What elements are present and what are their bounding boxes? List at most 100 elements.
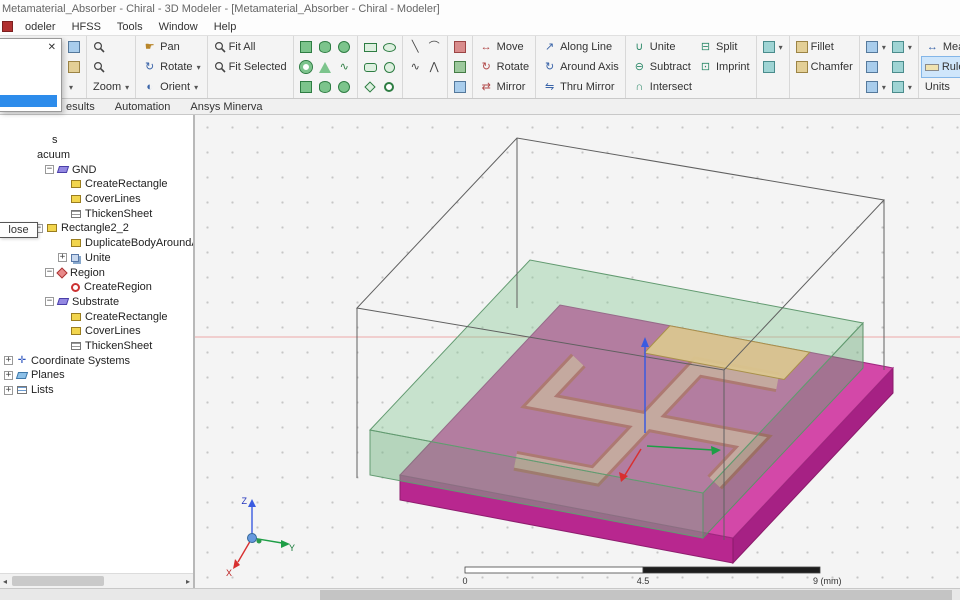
misc-button-3[interactable]: ▾: [863, 37, 889, 57]
spline-icon[interactable]: ∿: [408, 60, 423, 75]
misc-button-1[interactable]: ▾: [760, 37, 786, 57]
tree-item-coordinate-systems[interactable]: + ✛ Coordinate Systems: [0, 353, 193, 368]
duplicate-along-line-button[interactable]: ↗ Along Line: [539, 37, 622, 57]
circle-icon[interactable]: [383, 61, 395, 73]
line-icon[interactable]: ╲: [408, 40, 423, 55]
tree-item-lists[interactable]: + Lists: [0, 383, 193, 398]
tree-item-create-region[interactable]: CreateRegion: [0, 280, 193, 295]
scroll-left-icon[interactable]: ◂: [3, 577, 7, 586]
tree-item-thicken-sheet-2[interactable]: ThickenSheet: [0, 339, 193, 354]
zoom-out-button[interactable]: [90, 57, 132, 77]
fit-all-button[interactable]: Fit All: [211, 37, 290, 57]
tree-item-region[interactable]: − Region: [0, 265, 193, 280]
tree-item-unite[interactable]: + Unite: [0, 251, 193, 266]
misc-button-5[interactable]: ▾: [863, 77, 889, 97]
polyline-icon[interactable]: ⋀: [427, 60, 442, 75]
tree-item-thicken-sheet[interactable]: ThickenSheet: [0, 206, 193, 221]
sphere-icon[interactable]: [338, 41, 351, 53]
rotate-view-button[interactable]: ↻ Rotate ▾: [139, 57, 203, 77]
orient-button[interactable]: ◐ Orient ▾: [139, 77, 203, 97]
unite-button[interactable]: ∪ Unite: [629, 37, 695, 57]
tree-item-create-rectangle-2[interactable]: CreateRectangle: [0, 309, 193, 324]
rotate-button[interactable]: ↻ Rotate: [476, 57, 532, 77]
fit-selected-button[interactable]: Fit Selected: [211, 57, 290, 77]
cylinder-icon[interactable]: [319, 41, 332, 53]
sweep-path-button[interactable]: [451, 77, 469, 97]
fillet-button[interactable]: Fillet: [793, 37, 856, 57]
mirror-button[interactable]: ⇄ Mirror: [476, 77, 532, 97]
tree-item-planes[interactable]: + Planes: [0, 368, 193, 383]
move-button[interactable]: ↔ Move: [476, 37, 532, 57]
collapse-icon[interactable]: −: [45, 165, 54, 175]
collapse-icon[interactable]: −: [45, 268, 54, 278]
intersect-button[interactable]: ∩ Intersect: [629, 77, 695, 97]
close-icon[interactable]: ✕: [48, 42, 56, 53]
rectangle-icon[interactable]: [363, 42, 377, 52]
tree-item-vacuum[interactable]: acuum: [0, 148, 193, 163]
misc-button-8[interactable]: ▾: [889, 77, 915, 97]
viewport-canvas[interactable]: Z Y X 0 4.5 9 (mm): [195, 115, 960, 588]
magnifier-minus-icon: [93, 61, 105, 73]
sweep-axis-button[interactable]: [451, 57, 469, 77]
split-button[interactable]: ⊟ Split: [695, 37, 753, 57]
chamfer-button[interactable]: Chamfer: [793, 57, 856, 77]
cone-icon[interactable]: [319, 61, 332, 73]
ring-icon[interactable]: [384, 82, 395, 92]
expand-icon[interactable]: +: [4, 356, 13, 366]
prism-icon[interactable]: [319, 81, 332, 93]
ruler-button[interactable]: Ruler: [920, 56, 960, 78]
tab-results[interactable]: esults: [56, 101, 105, 113]
tab-ansys-minerva[interactable]: Ansys Minerva: [180, 101, 272, 113]
menu-help[interactable]: Help: [206, 21, 245, 33]
window-scrollbar-thumb[interactable]: [320, 590, 952, 600]
partial-button-1[interactable]: [65, 37, 83, 57]
tab-automation[interactable]: Automation: [105, 101, 181, 113]
menu-tools[interactable]: Tools: [109, 21, 151, 33]
rounded-rectangle-icon[interactable]: [363, 62, 377, 72]
tree-item-substrate[interactable]: − Substrate: [0, 295, 193, 310]
menu-modeler[interactable]: odeler: [17, 21, 64, 33]
expand-icon[interactable]: +: [58, 253, 67, 263]
torus-icon[interactable]: [299, 60, 314, 74]
misc-button-4[interactable]: [863, 57, 889, 77]
window-horizontal-scrollbar[interactable]: [0, 588, 960, 600]
expand-icon[interactable]: +: [4, 385, 13, 395]
dodecahedron-icon[interactable]: [338, 81, 351, 93]
tree-item-cover-lines-2[interactable]: CoverLines: [0, 324, 193, 339]
misc-button-2[interactable]: [760, 57, 786, 77]
tree-item-solids[interactable]: s: [0, 133, 193, 148]
tree-horizontal-scrollbar[interactable]: ◂ ▸: [0, 573, 193, 588]
tree-item-gnd[interactable]: − GND: [0, 162, 193, 177]
sweep-vector-button[interactable]: [451, 37, 469, 57]
measure-button[interactable]: ↔ Measure ▾: [922, 37, 960, 57]
units-button[interactable]: Units: [922, 77, 960, 97]
ellipse-icon[interactable]: [382, 42, 396, 52]
expand-icon[interactable]: +: [4, 370, 13, 380]
tree-item-create-rectangle[interactable]: CreateRectangle: [0, 177, 193, 192]
pan-button[interactable]: ☛ Pan: [139, 37, 203, 57]
partial-button-3[interactable]: ▾: [65, 77, 83, 97]
zoom-button[interactable]: Zoom ▾: [90, 77, 132, 97]
scroll-right-icon[interactable]: ▸: [186, 577, 190, 586]
tree-item-duplicate-body[interactable]: DuplicateBodyAroundA:: [0, 236, 193, 251]
polyhedron-icon[interactable]: [300, 81, 313, 93]
zoom-in-button[interactable]: [90, 37, 132, 57]
tree-item-cover-lines[interactable]: CoverLines: [0, 192, 193, 207]
tree-item-label: ThickenSheet: [85, 339, 153, 352]
close-button[interactable]: lose: [0, 222, 38, 238]
misc-button-6[interactable]: ▾: [889, 37, 915, 57]
menu-hfss[interactable]: HFSS: [64, 21, 109, 33]
partial-button-2[interactable]: [65, 57, 83, 77]
duplicate-thru-mirror-button[interactable]: ⇋ Thru Mirror: [539, 77, 622, 97]
tree-scrollbar-thumb[interactable]: [12, 576, 104, 586]
helix-icon[interactable]: ∿: [337, 60, 352, 75]
regular-polygon-icon[interactable]: [364, 81, 376, 93]
arc-icon[interactable]: ⌒: [427, 40, 442, 55]
misc-button-7[interactable]: [889, 57, 915, 77]
duplicate-around-axis-button[interactable]: ↻ Around Axis: [539, 57, 622, 77]
collapse-icon[interactable]: −: [45, 297, 54, 307]
imprint-button[interactable]: ⊡ Imprint: [695, 57, 753, 77]
menu-window[interactable]: Window: [151, 21, 206, 33]
subtract-button[interactable]: ⊖ Subtract: [629, 57, 695, 77]
box-icon[interactable]: [300, 41, 313, 53]
